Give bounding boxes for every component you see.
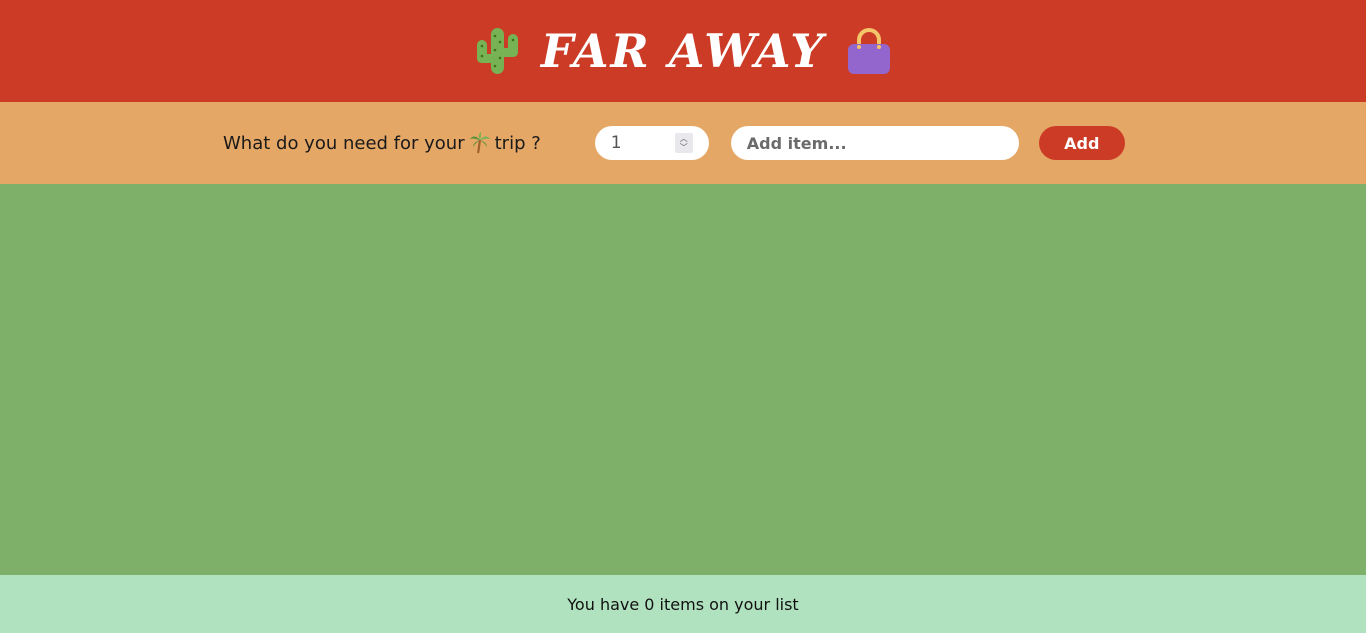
app-header: Far Away <box>0 0 1366 102</box>
app-title: Far Away <box>540 24 826 78</box>
palm-tree-icon <box>469 132 491 154</box>
cactus-icon <box>471 25 523 77</box>
quantity-stepper[interactable]: ︿ ﹀ <box>674 133 693 153</box>
item-input[interactable] <box>730 126 1019 160</box>
quantity-select[interactable]: 1 ︿ ﹀ <box>594 126 709 160</box>
add-button[interactable]: Add <box>1038 126 1125 160</box>
prompt-text-end: trip ? <box>494 132 541 154</box>
chevron-up-icon[interactable]: ︿ <box>680 134 688 143</box>
prompt-text: What do you need for your <box>223 132 465 154</box>
stats-footer: You have 0 items on your list <box>0 575 1366 633</box>
stats-text: You have 0 items on your list <box>567 594 799 614</box>
add-item-form: What do you need for your trip ? 1 ︿ ﹀ A… <box>0 102 1366 184</box>
chevron-down-icon[interactable]: ﹀ <box>680 143 688 152</box>
handbag-icon <box>843 25 895 77</box>
form-prompt: What do you need for your trip ? <box>223 132 541 154</box>
quantity-value: 1 <box>610 133 622 153</box>
packing-list <box>0 184 1366 575</box>
